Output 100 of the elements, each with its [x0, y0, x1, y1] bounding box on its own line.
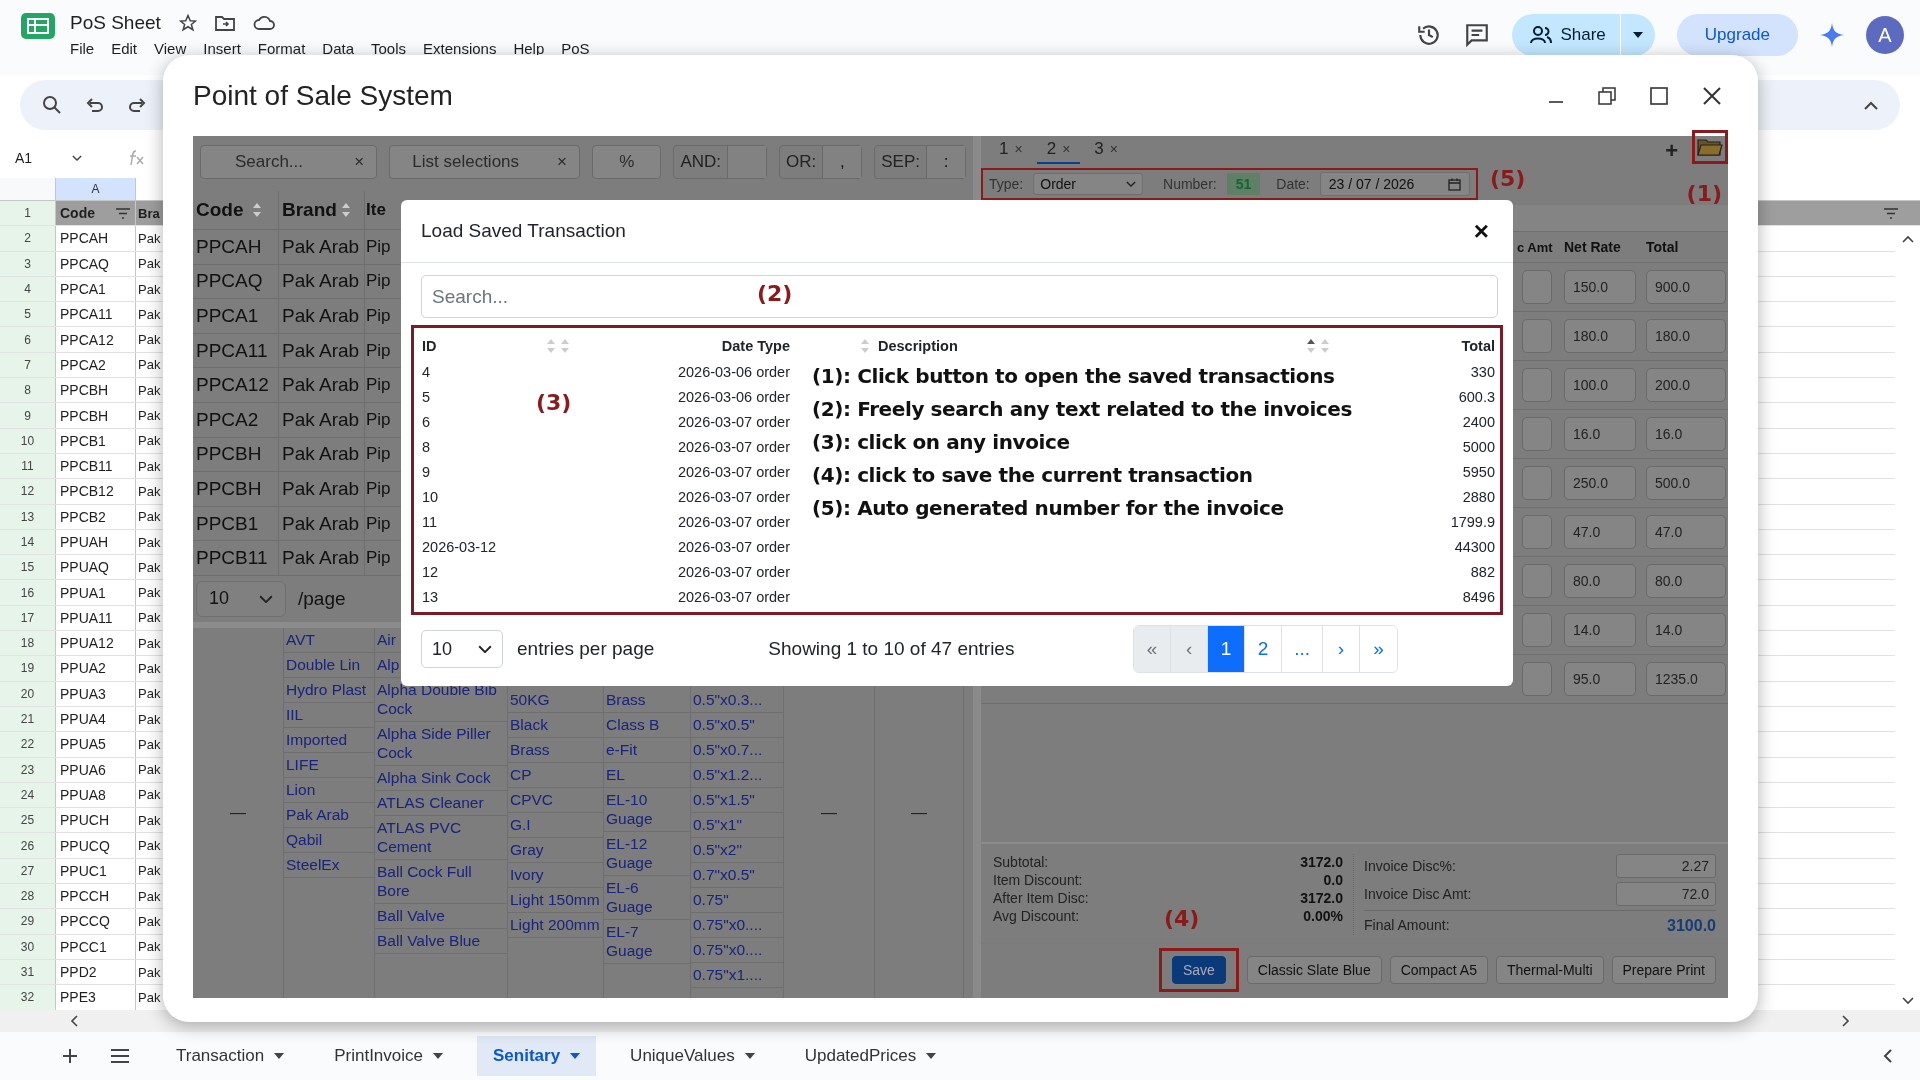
restore-icon[interactable]	[1598, 86, 1616, 105]
menu-item[interactable]: Help	[513, 40, 545, 57]
comment-icon[interactable]	[1464, 22, 1491, 48]
column-header[interactable]: Date Type	[600, 338, 790, 354]
net-rate-input[interactable]: 47.0	[1564, 515, 1636, 549]
filter-option[interactable]: CPVC	[508, 787, 603, 813]
maximize-icon[interactable]	[1650, 86, 1668, 105]
template-button[interactable]: Classic Slate Blue	[1246, 956, 1382, 984]
filter-option[interactable]: 0.7"x0.5"	[691, 862, 783, 888]
template-button[interactable]: Thermal-Multi	[1495, 956, 1604, 984]
filter-option[interactable]: Gray	[508, 837, 603, 863]
chevron-left-icon[interactable]	[1883, 1049, 1892, 1063]
row-number[interactable]: 2	[0, 226, 56, 251]
menu-icon[interactable]	[110, 1049, 130, 1063]
filter-option[interactable]: Class B	[604, 712, 690, 738]
row-number[interactable]: 5	[0, 302, 56, 327]
sparkle-icon[interactable]	[1820, 23, 1844, 47]
row-number[interactable]: 32	[0, 985, 56, 1010]
filter-option[interactable]: EL-10 Guage	[604, 787, 690, 832]
menu-item[interactable]: File	[70, 40, 95, 57]
close-button[interactable]: ×	[1469, 215, 1493, 247]
column-header[interactable]: A	[56, 178, 136, 200]
net-rate-input[interactable]: 14.0	[1564, 613, 1636, 647]
net-rate-input[interactable]: 100.0	[1564, 368, 1636, 402]
row-number[interactable]: 15	[0, 555, 56, 580]
search-field[interactable]: Search... ×	[200, 145, 378, 179]
share-button[interactable]: Share	[1512, 14, 1655, 56]
filter-option[interactable]: EL	[604, 762, 690, 788]
sheet-tab[interactable]: UpdatedPrices	[788, 1036, 953, 1076]
net-rate-input[interactable]: 250.0	[1564, 466, 1636, 500]
filter-option[interactable]: Black	[508, 712, 603, 738]
star-icon[interactable]	[178, 14, 197, 32]
net-rate-input[interactable]: 16.0	[1564, 417, 1636, 451]
row-number[interactable]: 20	[0, 681, 56, 706]
redo-icon[interactable]	[128, 98, 146, 112]
sheet-tab[interactable]: PrintInvoice	[318, 1036, 459, 1076]
sort-icon[interactable]	[1306, 338, 1316, 354]
filter-icon[interactable]	[115, 207, 131, 219]
column-header[interactable]: Ite	[365, 191, 399, 229]
filter-option[interactable]: Double Lin	[284, 652, 374, 678]
invoice-tab[interactable]: 1 ×	[989, 139, 1033, 164]
filter-option[interactable]: Brass	[604, 687, 690, 713]
row-number[interactable]: 10	[0, 428, 56, 453]
filter-option[interactable]: IIL	[284, 702, 374, 728]
open-folder-button[interactable]	[1697, 137, 1723, 157]
menu-item[interactable]: Format	[257, 40, 306, 57]
column-header[interactable]: ID	[422, 338, 437, 354]
menu-item[interactable]: View	[154, 40, 187, 57]
filter-option[interactable]: 0.75"x0....	[691, 912, 783, 938]
row-number[interactable]: 18	[0, 631, 56, 656]
close-icon[interactable]	[1702, 85, 1722, 106]
or-input[interactable]: ,	[822, 146, 862, 178]
filter-option[interactable]: EL-6 Guage	[604, 875, 690, 920]
filter-option[interactable]: Hydro Plast	[284, 677, 374, 703]
total-input[interactable]: 14.0	[1646, 613, 1726, 647]
discount-input[interactable]	[1522, 417, 1552, 451]
discount-input[interactable]	[1522, 564, 1552, 598]
filter-option[interactable]: 0.5"x0.7...	[691, 737, 783, 763]
menu-item[interactable]: Data	[322, 40, 354, 57]
filter-option[interactable]: ATLAS PVC Cement	[375, 815, 507, 860]
row-number[interactable]: 11	[0, 453, 56, 479]
menu-item[interactable]: Tools	[371, 40, 407, 57]
total-input[interactable]: 180.0	[1646, 319, 1726, 353]
net-rate-input[interactable]: 95.0	[1564, 662, 1636, 696]
filter-option[interactable]: Lion	[284, 777, 374, 803]
upgrade-button[interactable]: Upgrade	[1676, 14, 1798, 56]
filter-option[interactable]: SteelEx	[284, 852, 374, 878]
filter-option[interactable]: Qabil	[284, 827, 374, 853]
menu-item[interactable]: PoS	[561, 40, 590, 57]
menu-item[interactable]: Insert	[203, 40, 241, 57]
filter-option[interactable]: 0.75"	[691, 887, 783, 913]
column-header[interactable]: Description	[878, 338, 958, 354]
filter-option[interactable]: 0.75"x1....	[691, 962, 783, 988]
percent-button[interactable]: %	[592, 145, 662, 179]
sheet-tab[interactable]: UniqueValues	[614, 1036, 771, 1076]
filter-option[interactable]: 0.75"x0....	[691, 937, 783, 963]
scroll-up-icon[interactable]	[1901, 235, 1914, 243]
list-selections-field[interactable]: List selections ×	[389, 145, 580, 179]
net-rate-input[interactable]: 150.0	[1564, 270, 1636, 304]
row-number[interactable]: 4	[0, 276, 56, 302]
filter-option[interactable]: Ball Cock Full Bore	[375, 859, 507, 904]
filter-option[interactable]: EL-7 Guage	[604, 919, 690, 964]
filter-option[interactable]: G.I	[508, 812, 603, 838]
page-button[interactable]: ‹	[1171, 626, 1209, 672]
filter-option[interactable]: 50KG	[508, 687, 603, 713]
invoice-tab[interactable]: 2 ×	[1036, 139, 1081, 164]
row-number[interactable]: 7	[0, 352, 56, 378]
filter-option[interactable]: Alpha Side Piller Cock	[375, 721, 507, 766]
row-number[interactable]: 3	[0, 251, 56, 276]
total-input[interactable]: 900.0	[1646, 270, 1726, 304]
scroll-down-icon[interactable]	[1901, 997, 1914, 1005]
save-button[interactable]: Save	[1171, 956, 1226, 984]
name-box[interactable]: A1	[15, 150, 33, 166]
row-number[interactable]: 12	[0, 479, 56, 504]
total-input[interactable]: 1235.0	[1646, 662, 1726, 696]
total-input[interactable]: 80.0	[1646, 564, 1726, 598]
row-number[interactable]: 24	[0, 782, 56, 808]
discount-input[interactable]	[1522, 368, 1552, 402]
filter-option[interactable]: Ball Valve	[375, 903, 507, 929]
discount-input[interactable]	[1522, 270, 1552, 304]
